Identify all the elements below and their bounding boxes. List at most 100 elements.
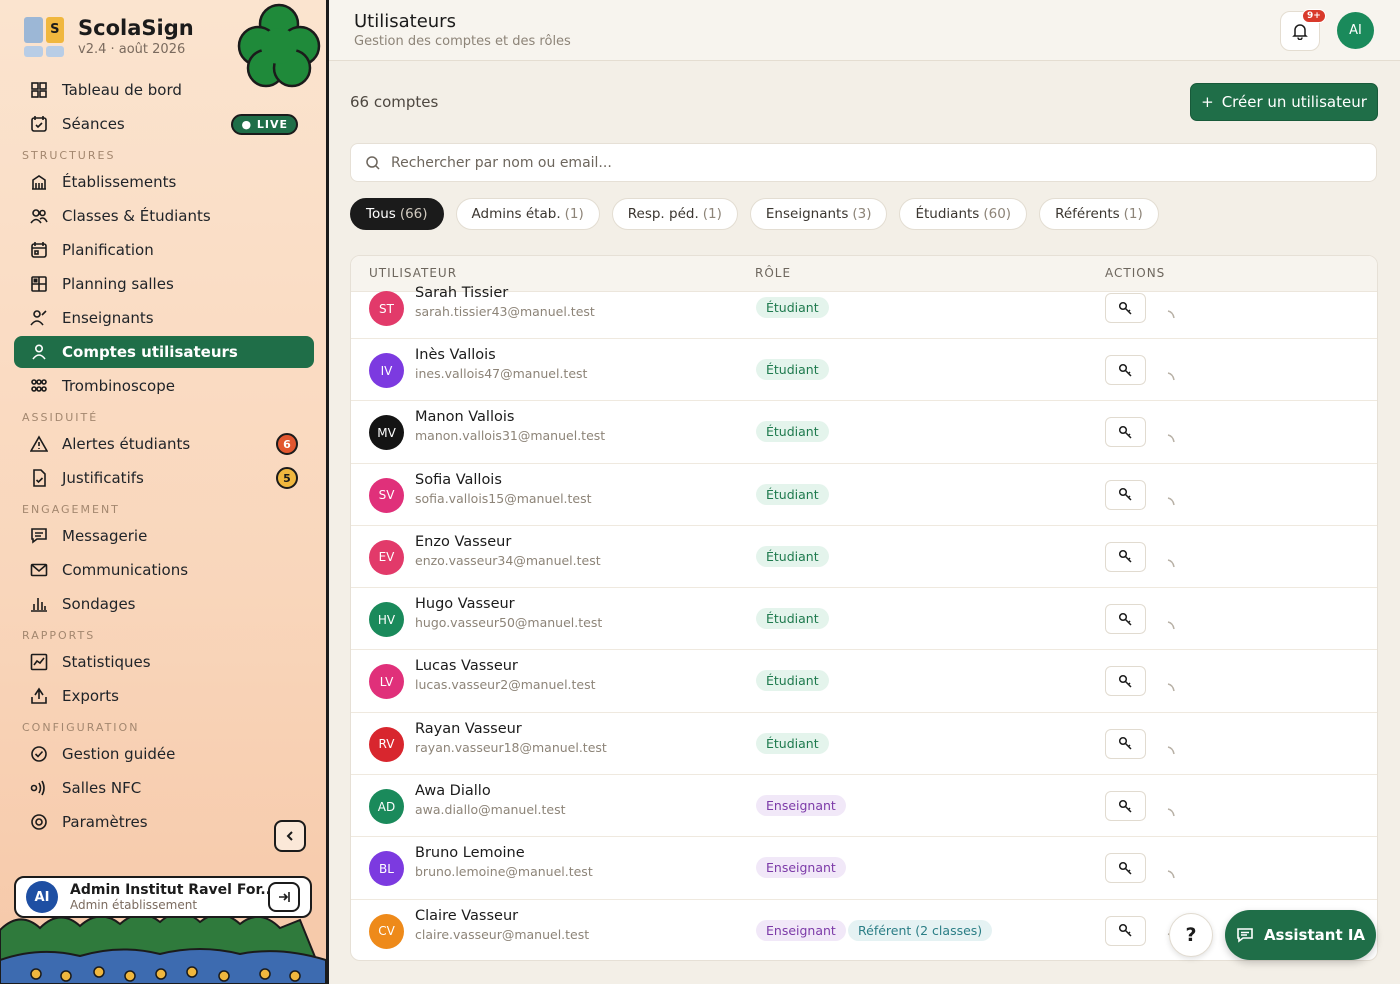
reset-password-button[interactable] <box>1105 915 1146 946</box>
chat-icon <box>1237 928 1253 943</box>
role-badge: Enseignant <box>756 919 846 941</box>
users-icon <box>30 207 48 225</box>
loading-spinner-icon <box>1165 555 1177 568</box>
stats-icon <box>30 653 48 671</box>
sidebar-item-classes-etudiants[interactable]: Classes & Étudiants <box>14 200 314 232</box>
reset-password-button[interactable] <box>1105 604 1146 635</box>
sidebar-item-trombinoscope[interactable]: Trombinoscope <box>14 370 314 402</box>
account-count: 66 comptes <box>350 93 439 111</box>
sidebar-item-exports[interactable]: Exports <box>14 680 314 712</box>
help-button[interactable]: ? <box>1169 913 1213 957</box>
table-row: EV Enzo Vasseur enzo.vasseur34@manuel.te… <box>351 526 1377 589</box>
sidebar-item-label: Planification <box>62 241 154 259</box>
user-role: Admin établissement <box>70 898 198 912</box>
reset-password-button[interactable] <box>1105 853 1146 884</box>
avatar: MV <box>369 415 404 451</box>
user-name: Inès Vallois <box>415 347 496 363</box>
notification-count-badge: 9+ <box>1302 9 1326 23</box>
sidebar-item-justificatifs[interactable]: Justificatifs 5 <box>14 462 314 494</box>
assistant-ia-button[interactable]: Assistant IA <box>1225 910 1376 960</box>
reset-password-button[interactable] <box>1105 791 1146 822</box>
avatar: BL <box>369 851 404 887</box>
sidebar-item-gestion-guidee[interactable]: Gestion guidée <box>14 738 314 770</box>
document-check-icon <box>30 469 48 487</box>
reset-password-button[interactable] <box>1105 417 1146 448</box>
sidebar-item-planning-salles[interactable]: Planning salles <box>14 268 314 300</box>
avatar: ST <box>369 291 404 326</box>
loading-spinner-icon <box>1165 493 1177 505</box>
sidebar-item-label: Paramètres <box>62 813 148 831</box>
avatar: EV <box>369 539 404 575</box>
filter-tab[interactable]: Enseignants (3) <box>749 198 888 230</box>
nav-section-label: CONFIGURATION <box>22 721 140 734</box>
table-row: SV Sofia Vallois sofia.vallois15@manuel.… <box>351 464 1377 526</box>
filter-tab[interactable]: Tous (66) <box>350 198 444 230</box>
sidebar-item-messagerie[interactable]: Messagerie <box>14 520 314 552</box>
filter-tab[interactable]: Référents (1) <box>1039 198 1159 230</box>
sidebar-item-comptes-utilisateurs[interactable]: Comptes utilisateurs <box>14 336 314 368</box>
loading-spinner-icon <box>1165 617 1177 630</box>
sidebar-item-salles-nfc[interactable]: Salles NFC <box>14 772 314 804</box>
create-user-button[interactable]: + Créer un utilisateur <box>1190 83 1378 121</box>
filter-tab-count: (1) <box>702 206 722 222</box>
filter-tab[interactable]: Admins étab. (1) <box>455 198 600 230</box>
sidebar-item-parametres[interactable]: Paramètres <box>14 806 314 838</box>
current-user-card[interactable]: AI Admin Institut Ravel For... Admin éta… <box>14 876 312 918</box>
alert-icon <box>30 435 48 453</box>
table-body: ST Sarah Tissier sarah.tissier43@manuel.… <box>351 285 1377 960</box>
role-badge: Étudiant <box>756 359 829 380</box>
collapse-sidebar-button[interactable] <box>274 820 306 852</box>
logout-button[interactable] <box>268 882 300 912</box>
sidebar-item-seances[interactable]: Séances ● LIVE <box>14 108 314 140</box>
nav-section-label: ASSIDUITÉ <box>22 411 99 424</box>
sidebar-item-alertes-etudiants[interactable]: Alertes étudiants 6 <box>14 428 314 460</box>
search-input[interactable] <box>391 154 1291 171</box>
sidebar-item-enseignants[interactable]: Enseignants <box>14 302 314 334</box>
filter-tab-label: Enseignants <box>765 206 849 222</box>
sidebar-item-planification[interactable]: Planification <box>14 234 314 266</box>
loading-spinner-icon <box>1165 742 1177 754</box>
loading-spinner-icon <box>1165 368 1177 381</box>
key-icon <box>1118 799 1132 813</box>
key-icon <box>1118 737 1132 750</box>
avatar: CV <box>369 913 404 949</box>
chevron-left-icon <box>286 831 293 841</box>
sidebar-item-label: Enseignants <box>62 309 154 327</box>
key-icon <box>1118 550 1132 563</box>
sidebar-item-etablissements[interactable]: Établissements <box>14 166 314 198</box>
filter-tab-label: Étudiants <box>915 206 980 222</box>
reset-password-button[interactable] <box>1105 293 1146 323</box>
reset-password-button[interactable] <box>1105 728 1146 759</box>
nfc-icon <box>30 779 48 797</box>
avatar: LV <box>369 664 404 700</box>
table-row: BL Bruno Lemoine bruno.lemoine@manuel.te… <box>351 837 1377 900</box>
page-subtitle: Gestion des comptes et des rôles <box>354 34 571 49</box>
filter-tab[interactable]: Resp. péd. (1) <box>611 198 738 230</box>
key-icon <box>1118 488 1132 501</box>
user-name: Hugo Vasseur <box>415 596 515 613</box>
filter-tab[interactable]: Étudiants (60) <box>899 198 1028 230</box>
sidebar-item-sondages[interactable]: Sondages <box>14 588 314 620</box>
plus-icon: + <box>1201 93 1214 111</box>
sidebar-item-communications[interactable]: Communications <box>14 554 314 586</box>
reset-password-button[interactable] <box>1105 666 1146 697</box>
reset-password-button[interactable] <box>1105 355 1146 385</box>
loading-spinner-icon <box>1165 430 1177 443</box>
reset-password-button[interactable] <box>1105 541 1146 572</box>
role-badge: Enseignant <box>756 795 846 817</box>
sidebar-item-label: Classes & Étudiants <box>62 207 211 225</box>
avatar[interactable]: AI <box>1337 12 1374 49</box>
table-row: RV Rayan Vasseur rayan.vasseur18@manuel.… <box>351 713 1377 776</box>
logout-icon <box>279 892 290 902</box>
sidebar-item-tableau-de-bord[interactable]: Tableau de bord <box>14 74 314 106</box>
filter-tab-count: (3) <box>852 206 872 222</box>
sidebar-item-statistiques[interactable]: Statistiques <box>14 646 314 678</box>
table-row: ST Sarah Tissier sarah.tissier43@manuel.… <box>351 285 1377 339</box>
filter-tab-count: (60) <box>983 206 1012 222</box>
user-email: claire.vasseur@manuel.test <box>415 926 590 942</box>
brand[interactable]: S ScolaSign v2.4 · août 2026 <box>24 16 194 57</box>
reset-password-button[interactable] <box>1105 479 1146 510</box>
user-email: rayan.vasseur18@manuel.test <box>415 739 607 755</box>
bell-icon <box>1292 23 1308 40</box>
key-icon <box>1118 861 1132 875</box>
